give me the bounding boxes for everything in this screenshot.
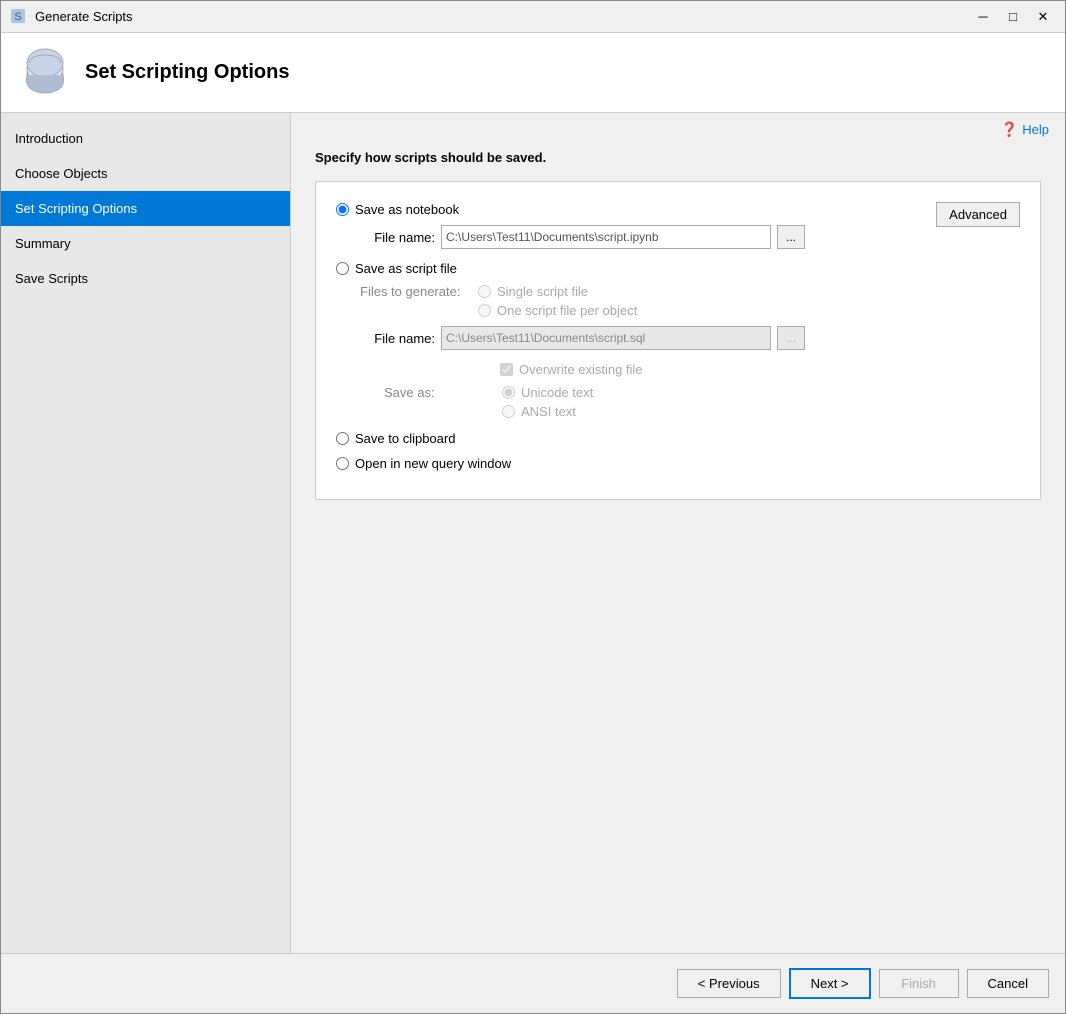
- save-as-notebook-row: Save as notebook: [336, 202, 936, 217]
- save-to-clipboard-radio[interactable]: [336, 432, 349, 445]
- window-controls: ─ □ ✕: [969, 7, 1057, 27]
- save-as-notebook-group: Save as notebook File name: ...: [336, 202, 1020, 249]
- help-link[interactable]: ❓ Help: [1001, 121, 1049, 138]
- save-as-notebook-label[interactable]: Save as notebook: [355, 202, 459, 217]
- files-to-generate-sub: Files to generate: Single script file On…: [360, 284, 1020, 419]
- single-script-label: Single script file: [497, 284, 588, 299]
- ansi-text-radio: [502, 405, 515, 418]
- sidebar-item-set-scripting-options[interactable]: Set Scripting Options: [1, 191, 290, 226]
- main-panel: ❓ Help Specify how scripts should be sav…: [291, 113, 1065, 953]
- overwrite-label: Overwrite existing file: [519, 362, 643, 377]
- sidebar-item-introduction[interactable]: Introduction: [1, 121, 290, 156]
- unicode-text-radio: [502, 386, 515, 399]
- save-as-sub: Save as: Unicode text ANSI text: [384, 385, 1020, 419]
- overwrite-checkbox-row: Overwrite existing file: [500, 362, 1020, 377]
- script-browse-button: ...: [777, 326, 805, 350]
- open-query-window-radio[interactable]: [336, 457, 349, 470]
- notebook-browse-button[interactable]: ...: [777, 225, 805, 249]
- window: S Generate Scripts ─ □ ✕ Set Scripting O…: [0, 0, 1066, 1014]
- next-button[interactable]: Next >: [789, 968, 871, 999]
- page-title: Specify how scripts should be saved.: [315, 150, 1041, 165]
- save-to-clipboard-row: Save to clipboard: [336, 431, 1020, 446]
- svg-text:S: S: [14, 11, 21, 23]
- notebook-file-label: File name:: [360, 230, 435, 245]
- one-script-per-obj-row: One script file per object: [478, 303, 637, 318]
- close-button[interactable]: ✕: [1029, 7, 1057, 27]
- sidebar-item-choose-objects[interactable]: Choose Objects: [1, 156, 290, 191]
- header-area: Set Scripting Options: [1, 33, 1065, 113]
- save-as-script-label[interactable]: Save as script file: [355, 261, 457, 276]
- overwrite-checkbox: [500, 363, 513, 376]
- save-as-script-row: Save as script file: [336, 261, 1020, 276]
- minimize-button[interactable]: ─: [969, 7, 997, 27]
- title-bar: S Generate Scripts ─ □ ✕: [1, 1, 1065, 33]
- previous-button[interactable]: < Previous: [677, 969, 781, 998]
- single-script-radio: [478, 285, 491, 298]
- one-script-per-obj-label: One script file per object: [497, 303, 637, 318]
- header-title: Set Scripting Options: [85, 61, 289, 84]
- open-query-window-row: Open in new query window: [336, 456, 1020, 471]
- ansi-text-label: ANSI text: [521, 404, 576, 419]
- help-label: Help: [1022, 122, 1049, 137]
- notebook-file-input[interactable]: [441, 225, 771, 249]
- finish-button[interactable]: Finish: [879, 969, 959, 998]
- maximize-button[interactable]: □: [999, 7, 1027, 27]
- header-icon: [17, 45, 73, 101]
- script-file-label: File name:: [360, 331, 435, 346]
- main-header: ❓ Help: [291, 113, 1065, 142]
- form-panel: Advanced Save as notebook File name: ...: [315, 181, 1041, 500]
- help-icon: ❓: [1001, 121, 1018, 138]
- cancel-button[interactable]: Cancel: [967, 969, 1049, 998]
- single-script-row: Single script file: [478, 284, 637, 299]
- unicode-text-label: Unicode text: [521, 385, 593, 400]
- ansi-text-row: ANSI text: [502, 404, 593, 419]
- save-as-script-radio[interactable]: [336, 262, 349, 275]
- sidebar: Introduction Choose Objects Set Scriptin…: [1, 113, 291, 953]
- advanced-button[interactable]: Advanced: [936, 202, 1020, 227]
- save-as-radio-group: Unicode text ANSI text: [502, 385, 593, 419]
- content-area: Introduction Choose Objects Set Scriptin…: [1, 113, 1065, 953]
- unicode-text-row: Unicode text: [502, 385, 593, 400]
- window-title: Generate Scripts: [35, 9, 969, 24]
- notebook-file-row: File name: ...: [360, 225, 936, 249]
- files-to-generate-radio-group: Single script file One script file per o…: [478, 284, 637, 318]
- save-as-notebook-radio[interactable]: [336, 203, 349, 216]
- open-query-window-label[interactable]: Open in new query window: [355, 456, 511, 471]
- save-as-label: Save as:: [384, 385, 494, 400]
- sidebar-item-save-scripts[interactable]: Save Scripts: [1, 261, 290, 296]
- app-icon: S: [9, 7, 29, 27]
- script-file-input: [441, 326, 771, 350]
- footer: < Previous Next > Finish Cancel: [1, 953, 1065, 1013]
- one-script-per-obj-radio: [478, 304, 491, 317]
- save-as-script-group: Save as script file Files to generate: S…: [336, 261, 1020, 419]
- save-to-clipboard-label[interactable]: Save to clipboard: [355, 431, 455, 446]
- script-file-row: File name: ...: [360, 326, 1020, 350]
- sidebar-item-summary[interactable]: Summary: [1, 226, 290, 261]
- files-to-generate-label: Files to generate:: [360, 284, 470, 299]
- main-content: Specify how scripts should be saved. Adv…: [291, 142, 1065, 953]
